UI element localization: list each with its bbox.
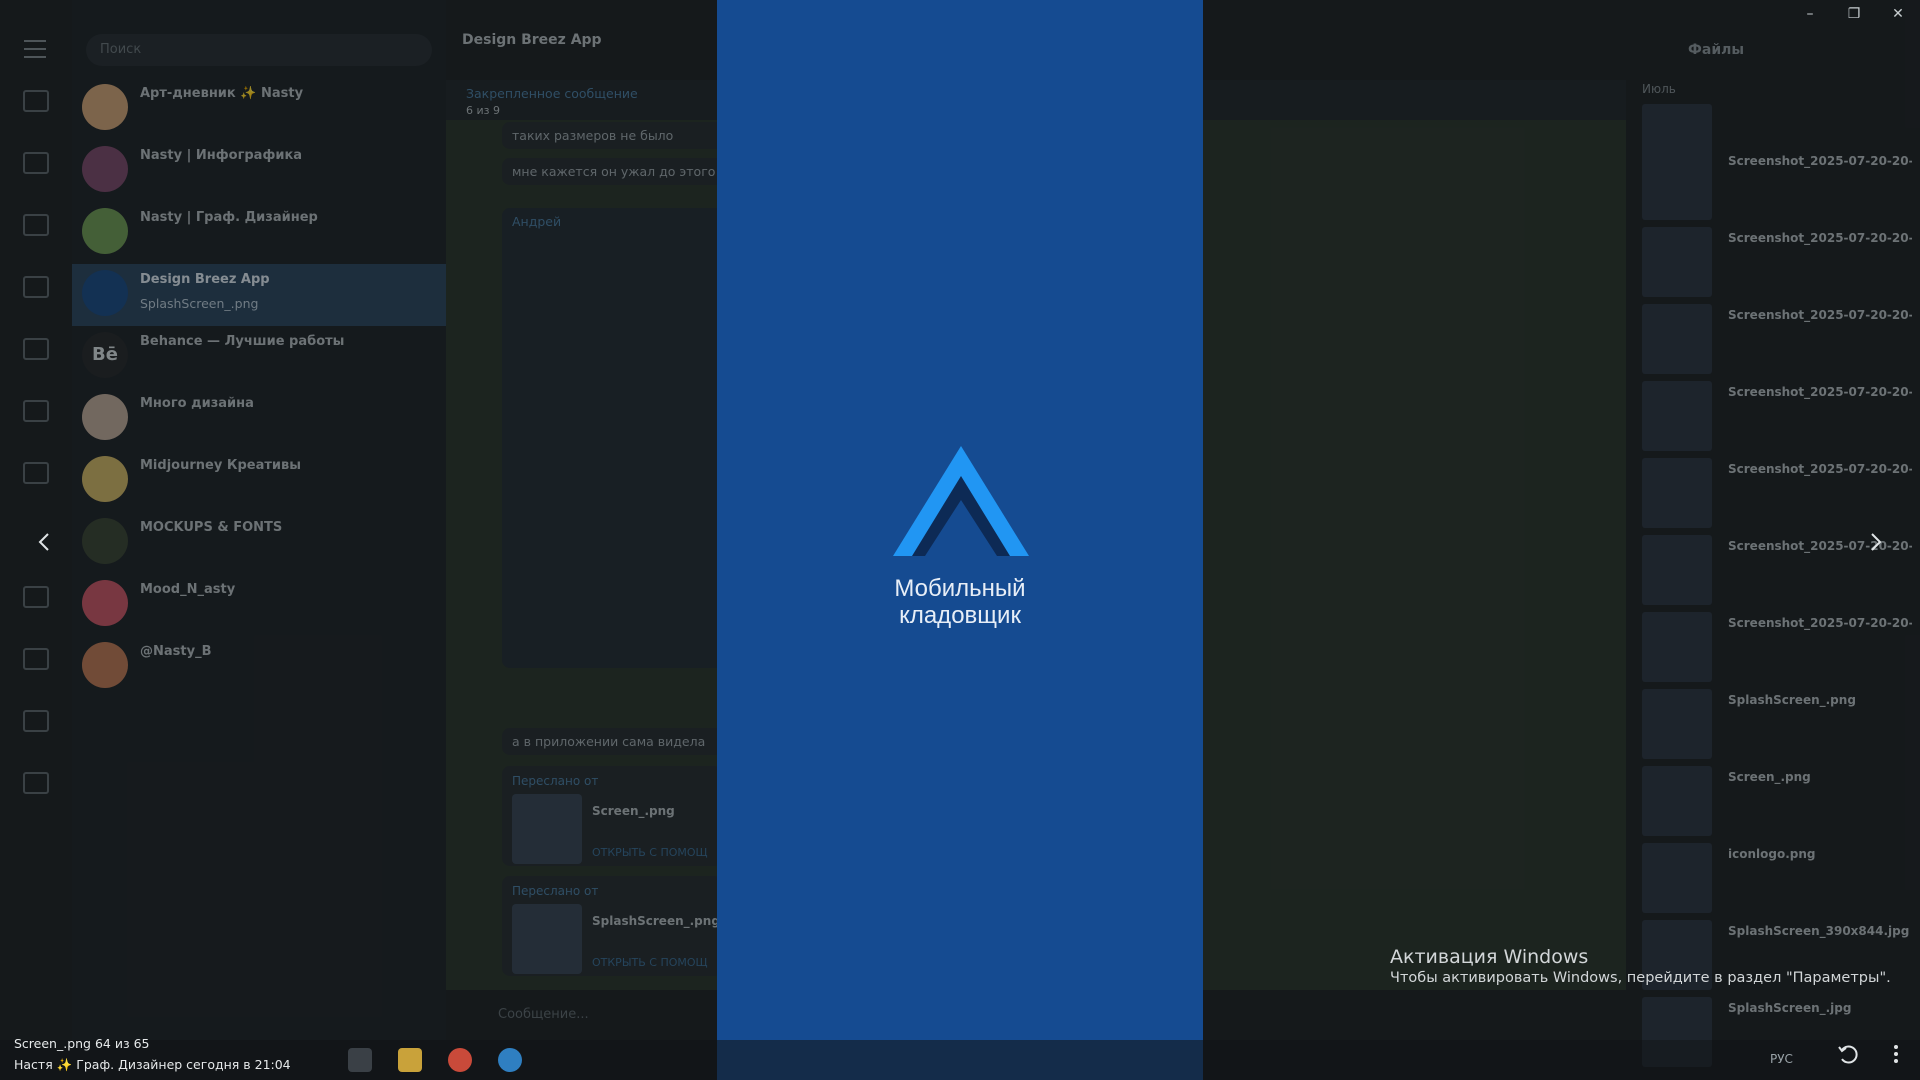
maximize-button[interactable]: ❐ bbox=[1834, 6, 1874, 26]
next-arrow-icon[interactable] bbox=[1856, 522, 1896, 562]
close-button[interactable]: ✕ bbox=[1878, 6, 1918, 26]
file-explorer-icon[interactable] bbox=[398, 1048, 422, 1072]
more-options-icon[interactable] bbox=[1884, 1042, 1908, 1066]
viewer-caption: Screen_.png 64 из 65 Настя ✨ Граф. Дизай… bbox=[14, 1033, 291, 1075]
browser-icon[interactable] bbox=[448, 1048, 472, 1072]
task-view-icon[interactable] bbox=[348, 1048, 372, 1072]
app-title-line1: Мобильный bbox=[894, 575, 1026, 602]
minimize-button[interactable]: – bbox=[1790, 6, 1830, 26]
app-title-line2: кладовщик bbox=[899, 602, 1021, 629]
previous-arrow-icon[interactable] bbox=[24, 522, 64, 562]
watermark-title: Активация Windows bbox=[1390, 946, 1589, 968]
app-logo-icon bbox=[893, 446, 1029, 556]
file-counter: Screen_.png 64 из 65 bbox=[14, 1036, 150, 1051]
author-line: Настя ✨ Граф. Дизайнер сегодня в 21:04 bbox=[14, 1057, 291, 1072]
telegram-icon[interactable] bbox=[498, 1048, 522, 1072]
language-indicator[interactable]: РУС bbox=[1770, 1052, 1793, 1066]
rotate-icon[interactable] bbox=[1836, 1042, 1860, 1066]
windows-activation-watermark: Активация Windows Чтобы активировать Win… bbox=[1390, 946, 1891, 986]
watermark-subtitle: Чтобы активировать Windows, перейдите в … bbox=[1390, 970, 1891, 986]
app-title: Мобильный кладовщик bbox=[717, 575, 1203, 629]
viewer-image[interactable]: Мобильный кладовщик bbox=[717, 0, 1203, 1080]
